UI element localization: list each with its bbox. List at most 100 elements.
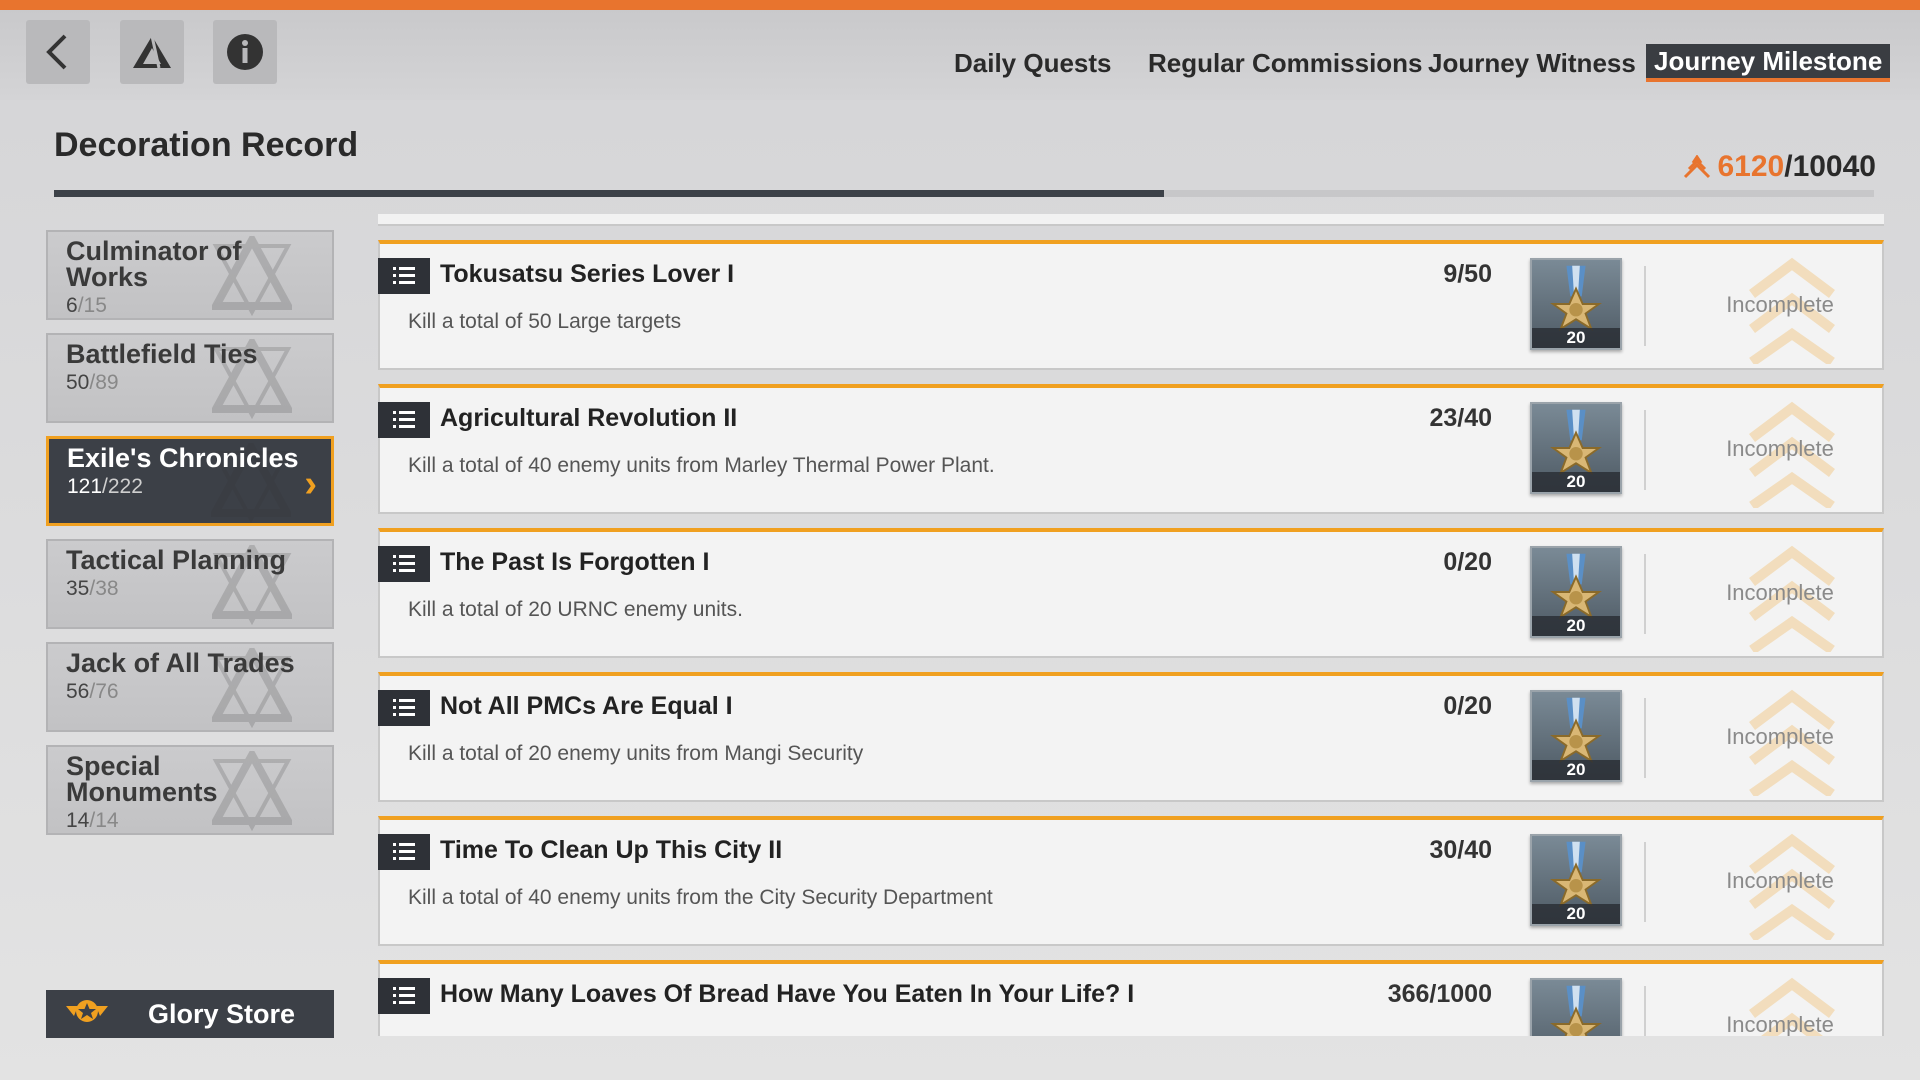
sidebar-item-1[interactable]: Battlefield Ties 50/89: [46, 333, 334, 423]
reward-amount: 20: [1532, 328, 1620, 348]
sidebar-item-name: Jack of All Trades: [66, 648, 295, 678]
sidebar-item-3[interactable]: Tactical Planning 35/38: [46, 539, 334, 629]
reward-medal[interactable]: 20: [1530, 834, 1622, 926]
task-title: How Many Loaves Of Bread Have You Eaten …: [440, 980, 1135, 1008]
reward-medal[interactable]: 20: [1530, 690, 1622, 782]
chevron-right-icon: ›: [304, 463, 317, 505]
glory-store-button[interactable]: Glory Store: [46, 990, 334, 1038]
divider: [1644, 266, 1646, 346]
task-progress: 0/20: [1443, 548, 1492, 576]
progress-fill: [54, 190, 1165, 197]
task-progress: 0/20: [1443, 692, 1492, 720]
list-icon[interactable]: [378, 978, 430, 1014]
info-icon: [227, 34, 263, 70]
tab-journey-witness[interactable]: Journey Witness: [1428, 44, 1636, 82]
list-icon[interactable]: [378, 690, 430, 726]
sidebar-item-2[interactable]: Exile's Chronicles 121/222 ›: [46, 436, 334, 526]
sidebar-item-done: 6: [66, 294, 78, 317]
task-title: Time To Clean Up This City II: [440, 836, 783, 864]
top-accent-strip: [0, 0, 1920, 10]
list-icon[interactable]: [378, 834, 430, 870]
progress-total: 10040: [1792, 150, 1876, 183]
task-card[interactable]: Agricultural Revolution II Kill a total o…: [378, 384, 1884, 514]
task-card[interactable]: How Many Loaves Of Bread Have You Eaten …: [378, 960, 1884, 1036]
sidebar-item-count: 6/15: [66, 294, 314, 318]
tab-regular-commissions[interactable]: Regular Commissions: [1148, 44, 1423, 82]
list-icon[interactable]: [378, 402, 430, 438]
sidebar-item-count: 121/222: [67, 475, 313, 499]
task-description: Kill a total of 50 Large targets: [408, 310, 682, 333]
logo-button[interactable]: [120, 20, 184, 84]
sidebar-item-count: 35/38: [66, 577, 314, 601]
reward-medal[interactable]: 20: [1530, 258, 1622, 350]
glory-store-label: Glory Store: [148, 998, 296, 1029]
sidebar-item-0[interactable]: Culminator of Works 6/15: [46, 230, 334, 320]
glory-star-icon: [64, 998, 110, 1031]
task-description: Kill a total of 40 enemy units from Marl…: [408, 454, 995, 477]
progress-current: 6120: [1717, 150, 1785, 183]
reward-medal[interactable]: 20: [1530, 546, 1622, 638]
task-progress: 30/40: [1429, 836, 1492, 864]
task-title: Tokusatsu Series Lover I: [440, 260, 735, 288]
task-description: Kill a total of 40 enemy units from the …: [408, 886, 993, 909]
page-title: Decoration Record: [54, 126, 359, 164]
triangle-logo-icon: [133, 35, 171, 69]
list-icon[interactable]: [378, 258, 430, 294]
reward-medal[interactable]: 20: [1530, 402, 1622, 494]
sidebar-item-total: /89: [89, 371, 119, 394]
task-title: The Past Is Forgotten I: [440, 548, 710, 576]
sidebar-item-total: /222: [102, 475, 143, 498]
sidebar-item-name: Battlefield Ties: [66, 339, 258, 369]
task-status: Incomplete: [1726, 724, 1834, 749]
reward-amount: 20: [1532, 904, 1620, 924]
reward-medal[interactable]: [1530, 978, 1622, 1036]
reward-amount: 20: [1532, 472, 1620, 492]
task-progress: 23/40: [1429, 404, 1492, 432]
task-card[interactable]: Tokusatsu Series Lover I Kill a total of …: [378, 240, 1884, 370]
points-icon: [1684, 155, 1711, 179]
sidebar-item-count: 14/14: [66, 809, 314, 833]
sidebar-item-done: 14: [66, 809, 90, 832]
task-card[interactable]: The Past Is Forgotten I Kill a total of 2…: [378, 528, 1884, 658]
task-title: Agricultural Revolution II: [440, 404, 738, 432]
progress-separator: /: [1784, 150, 1793, 183]
sidebar-item-name: Special Monuments: [66, 751, 218, 807]
task-status: Incomplete: [1726, 436, 1834, 461]
task-progress: 366/1000: [1387, 980, 1492, 1008]
back-button[interactable]: [26, 20, 90, 84]
task-status: Incomplete: [1726, 292, 1834, 317]
list-icon[interactable]: [378, 546, 430, 582]
sidebar-item-total: /76: [89, 680, 119, 703]
task-card[interactable]: Time To Clean Up This City II Kill a tota…: [378, 816, 1884, 946]
sidebar-item-4[interactable]: Jack of All Trades 56/76: [46, 642, 334, 732]
sidebar-item-done: 56: [66, 680, 90, 703]
sidebar-item-done: 50: [66, 371, 90, 394]
task-status: Incomplete: [1726, 580, 1834, 605]
sidebar-item-5[interactable]: Special Monuments 14/14: [46, 745, 334, 835]
task-status: Incomplete: [1726, 1012, 1834, 1036]
reward-amount: 20: [1532, 616, 1620, 636]
title-area: Decoration Record: [54, 126, 358, 165]
decoration-progress-bar: [54, 190, 1874, 197]
info-button[interactable]: [213, 20, 277, 84]
divider: [1644, 986, 1646, 1036]
sidebar-item-done: 121: [67, 475, 103, 498]
divider: [1644, 842, 1646, 922]
sidebar-item-name: Tactical Planning: [66, 545, 287, 575]
tab-journey-milestone[interactable]: Journey Milestone: [1646, 44, 1891, 82]
task-description: Kill a total of 20 URNC enemy units.: [408, 598, 743, 621]
divider: [1644, 410, 1646, 490]
task-list[interactable]: Tokusatsu Series Lover I Kill a total of …: [378, 214, 1884, 1036]
sidebar-item-count: 50/89: [66, 371, 314, 395]
list-top-edge: [378, 214, 1884, 226]
divider: [1644, 698, 1646, 778]
sidebar-item-name: Exile's Chronicles: [67, 443, 299, 473]
sidebar-item-name: Culminator of Works: [66, 236, 242, 292]
sidebar-item-total: /14: [89, 809, 119, 832]
tab-daily-quests[interactable]: Daily Quests: [954, 44, 1112, 82]
back-icon: [46, 34, 67, 70]
category-sidebar: Culminator of Works 6/15 Battlefield Ties 5…: [46, 230, 334, 848]
reward-amount: 20: [1532, 760, 1620, 780]
sidebar-item-total: /38: [89, 577, 119, 600]
task-card[interactable]: Not All PMCs Are Equal I Kill a total of …: [378, 672, 1884, 802]
